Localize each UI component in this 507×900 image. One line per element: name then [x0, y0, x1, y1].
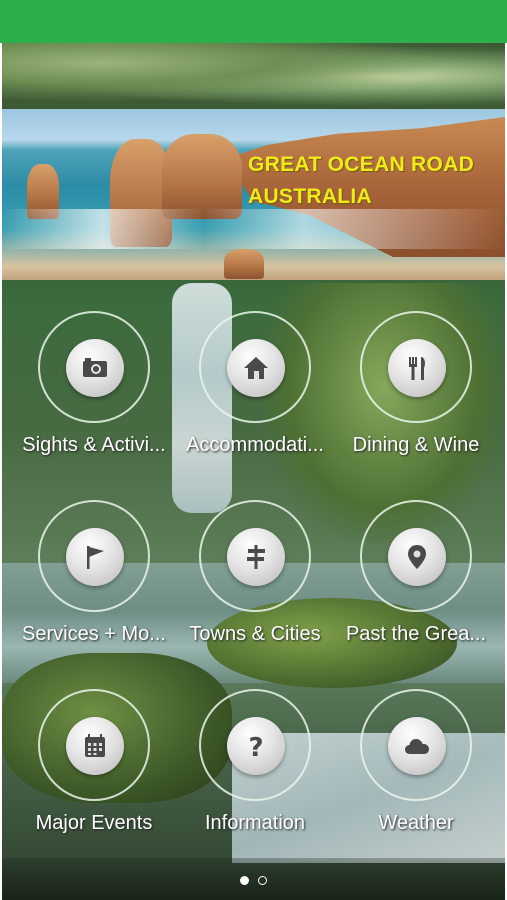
menu-tile-towns[interactable]: Towns & Cities	[170, 500, 340, 680]
tile-label: Towns & Cities	[189, 623, 321, 645]
page-dot-inactive[interactable]	[257, 876, 267, 885]
status-bar	[0, 0, 507, 43]
page-indicator[interactable]	[0, 872, 507, 890]
cloud-icon	[405, 739, 429, 754]
menu-tile-weather[interactable]: Weather	[331, 689, 501, 869]
tile-ring	[38, 500, 150, 612]
tile-ring	[38, 689, 150, 801]
tile-ring	[360, 689, 472, 801]
signpost-icon	[247, 545, 265, 569]
banner-title-line2: AUSTRALIA	[248, 185, 373, 208]
svg-text:?: ?	[248, 733, 263, 762]
tile-label: Sights & Activi...	[22, 434, 166, 456]
banner-title: GREAT OCEAN ROAD AUSTRALIA	[248, 149, 474, 213]
camera-icon	[83, 358, 107, 377]
page-dot-active[interactable]	[240, 876, 250, 885]
tile-ring	[360, 500, 472, 612]
tile-ring	[38, 311, 150, 423]
tile-label: Major Events	[35, 812, 153, 834]
map-pin-icon	[408, 545, 426, 569]
menu-tile-services[interactable]: Services + Mo...	[9, 500, 179, 680]
menu-tile-accommodation[interactable]: Accommodati...	[170, 311, 340, 491]
tile-ring: ?	[199, 689, 311, 801]
tile-ring	[360, 311, 472, 423]
menu-tile-dining[interactable]: Dining & Wine	[331, 311, 501, 491]
flag-icon	[87, 546, 104, 569]
tile-ring	[199, 500, 311, 612]
menu-tile-past-the-great[interactable]: Past the Grea...	[331, 500, 501, 680]
tile-label: Dining & Wine	[352, 434, 480, 456]
tile-label: Past the Grea...	[345, 623, 487, 645]
tile-label: Services + Mo...	[22, 623, 166, 645]
tile-label: Weather	[378, 812, 454, 834]
menu-tile-information[interactable]: ? Information	[170, 689, 340, 869]
question-icon: ?	[248, 733, 263, 762]
home-icon	[244, 357, 268, 379]
menu-tile-sights[interactable]: Sights & Activi...	[9, 311, 179, 491]
app-screen: GREAT OCEAN ROAD AUSTRALIA Sights & Acti…	[0, 0, 507, 900]
tile-ring	[199, 311, 311, 423]
menu-tile-major-events[interactable]: Major Events	[9, 689, 179, 869]
calendar-icon	[85, 734, 105, 757]
banner-title-line1: GREAT OCEAN ROAD	[248, 153, 475, 176]
fork-knife-icon	[409, 357, 425, 380]
header-banner: GREAT OCEAN ROAD AUSTRALIA	[2, 109, 505, 280]
tile-label: Information	[204, 812, 306, 834]
tile-label: Accommodati...	[186, 434, 324, 456]
